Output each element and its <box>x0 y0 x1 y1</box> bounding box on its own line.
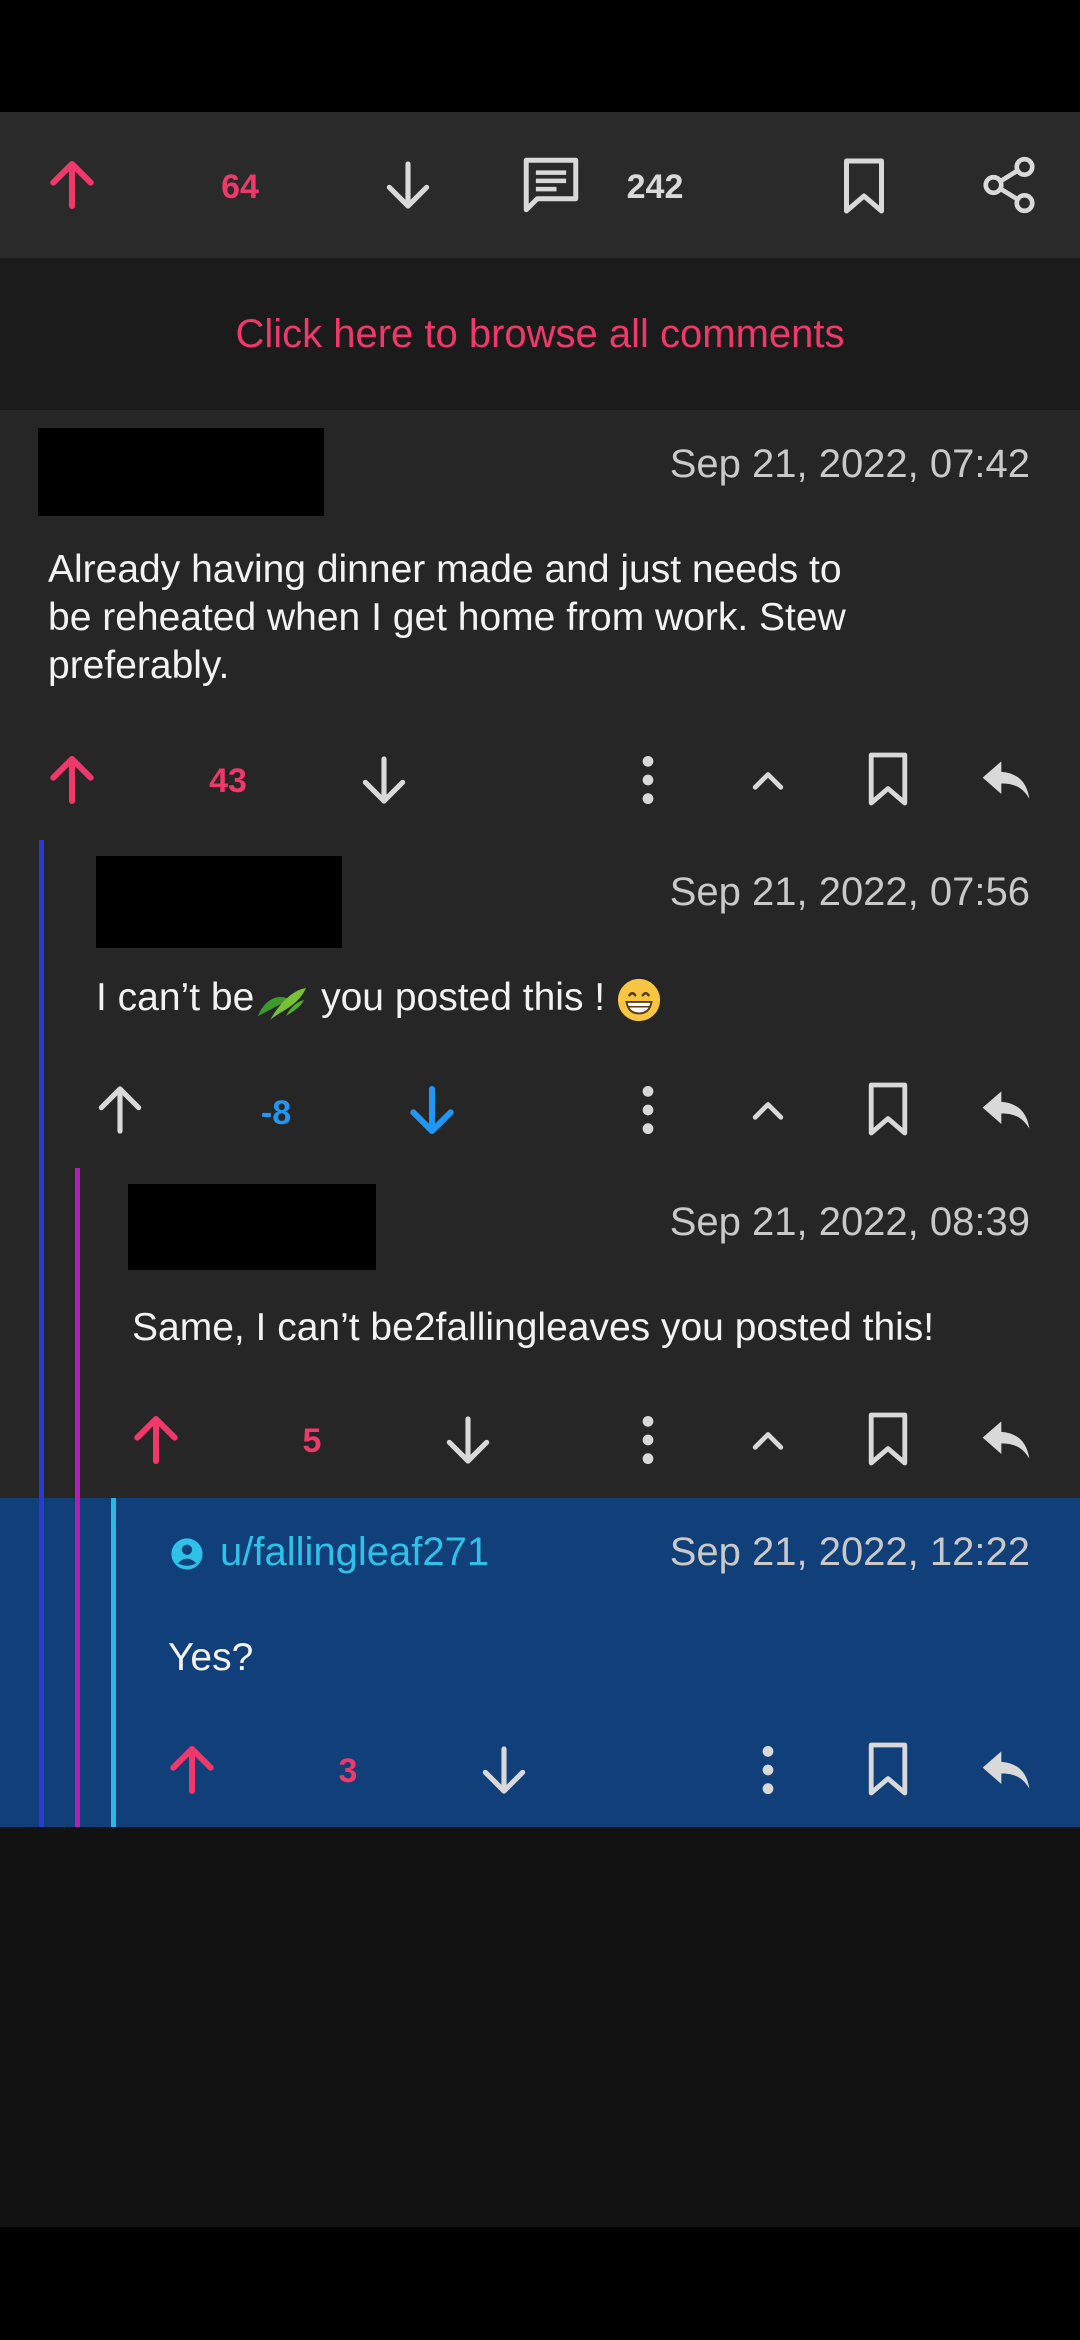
post-comment-count: 242 <box>626 168 684 206</box>
reply-icon[interactable] <box>976 1742 1036 1798</box>
navigation-bar <box>0 2227 1080 2340</box>
post-upvote-count: 64 <box>221 168 259 206</box>
leaves-emoji-icon <box>254 980 310 1020</box>
comment-author-name: u/fallingleaf271 <box>220 1530 490 1574</box>
collapse-chevron-up-icon[interactable] <box>744 1088 792 1132</box>
browse-all-comments-button[interactable]: Click here to browse all comments <box>0 258 1080 410</box>
upvote-arrow-up-icon[interactable] <box>44 752 100 808</box>
upvote-arrow-up-icon[interactable] <box>164 1742 220 1798</box>
reply-icon[interactable] <box>976 1412 1036 1468</box>
downvote-arrow-down-icon[interactable] <box>440 1412 496 1468</box>
browse-all-comments-label: Click here to browse all comments <box>235 311 845 356</box>
status-bar <box>0 0 1080 112</box>
bookmark-icon[interactable] <box>838 156 890 216</box>
comment-author[interactable]: u/fallingleaf271 <box>170 1530 489 1575</box>
downvote-arrow-down-icon[interactable] <box>356 752 412 808</box>
comment-date: Sep 21, 2022, 07:42 <box>669 442 1030 486</box>
share-icon[interactable] <box>978 154 1040 216</box>
redacted-username <box>96 856 342 948</box>
comment-body-text: I can’t be <box>96 976 255 1019</box>
comment-date: Sep 21, 2022, 12:22 <box>669 1530 1030 1574</box>
comment-score: 43 <box>209 762 247 800</box>
collapse-chevron-up-icon[interactable] <box>744 758 792 802</box>
comment-icon[interactable] <box>518 152 584 218</box>
comment-body-line: Already having dinner made and just need… <box>48 548 842 591</box>
comment-body: Same, I can’t be2fallingleaves you poste… <box>132 1306 935 1349</box>
comment-body: Already having dinner made and just need… <box>48 546 846 690</box>
comment-body: I can’t be you posted this ! <box>96 974 662 1023</box>
bookmark-icon[interactable] <box>864 1080 912 1138</box>
downvote-arrow-down-icon[interactable] <box>380 157 436 213</box>
upvote-arrow-up-icon[interactable] <box>128 1412 184 1468</box>
grinning-face-emoji-icon <box>616 977 662 1023</box>
reply-icon[interactable] <box>976 752 1036 808</box>
downvote-arrow-down-icon[interactable] <box>404 1082 460 1138</box>
comment-date: Sep 21, 2022, 07:56 <box>669 870 1030 914</box>
comment-body-line: be reheated when I get home from work. S… <box>48 596 846 639</box>
redacted-username <box>38 428 324 516</box>
upvote-arrow-up-icon[interactable] <box>44 157 100 213</box>
downvote-arrow-down-icon[interactable] <box>476 1742 532 1798</box>
bookmark-icon[interactable] <box>864 750 912 808</box>
thread-line-level-2 <box>75 1168 80 1827</box>
upvote-arrow-up-icon[interactable] <box>92 1082 148 1138</box>
redacted-username <box>128 1184 376 1270</box>
more-options-icon[interactable] <box>748 1742 788 1798</box>
bookmark-icon[interactable] <box>864 1740 912 1798</box>
comment-body: Yes? <box>168 1636 254 1679</box>
comment-score: 3 <box>338 1752 358 1790</box>
more-options-icon[interactable] <box>628 752 668 808</box>
comment-score: -8 <box>260 1094 292 1132</box>
empty-area <box>0 1827 1080 2227</box>
comment-date: Sep 21, 2022, 08:39 <box>669 1200 1030 1244</box>
thread-line-level-3 <box>111 1498 116 1827</box>
more-options-icon[interactable] <box>628 1082 668 1138</box>
user-avatar-icon <box>170 1536 204 1570</box>
post-action-bar: 64 242 <box>0 112 1080 258</box>
comment-score: 5 <box>302 1422 322 1460</box>
comment-body-text: you posted this ! <box>310 976 616 1019</box>
collapse-chevron-up-icon[interactable] <box>744 1418 792 1462</box>
reply-icon[interactable] <box>976 1082 1036 1138</box>
more-options-icon[interactable] <box>628 1412 668 1468</box>
thread-line-level-1 <box>39 840 44 1827</box>
bookmark-icon[interactable] <box>864 1410 912 1468</box>
comment-body-line: preferably. <box>48 644 230 687</box>
